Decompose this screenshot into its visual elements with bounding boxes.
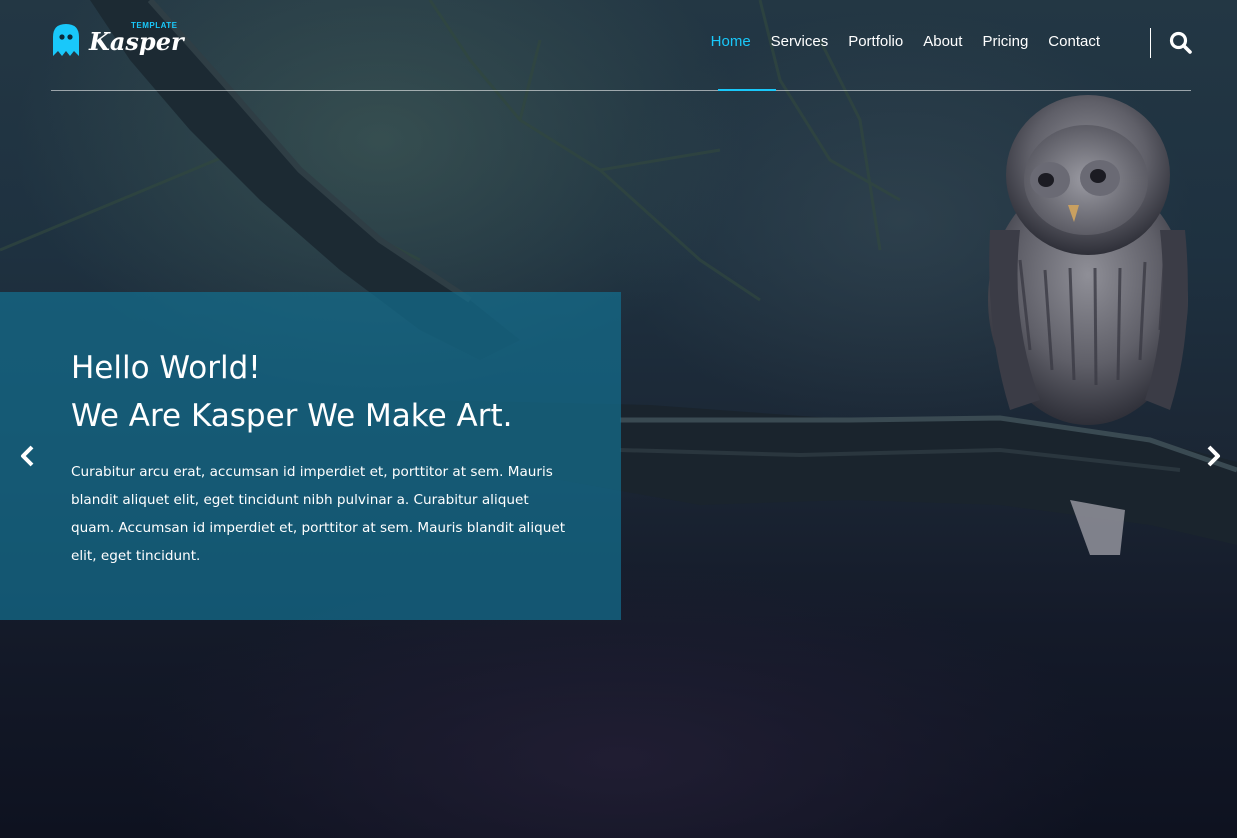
- nav-active-indicator: [718, 89, 776, 91]
- nav-item-contact[interactable]: Contact: [1038, 30, 1110, 54]
- slide-title-line-1: Hello World!: [71, 350, 261, 386]
- logo-wordmark: Kasper: [89, 27, 184, 56]
- site-logo[interactable]: TEMPLATE Kasper: [51, 20, 184, 62]
- nav-divider: [1150, 28, 1151, 58]
- chevron-right-icon[interactable]: [1204, 444, 1224, 468]
- slide-caption: Hello World! We Are Kasper We Make Art. …: [0, 292, 621, 620]
- ghost-icon: [53, 24, 79, 56]
- slide-title-line-2: We Are Kasper We Make Art.: [71, 398, 513, 434]
- nav-item-home[interactable]: Home: [701, 30, 761, 54]
- search-icon[interactable]: [1168, 30, 1194, 56]
- slide-description: Curabitur arcu erat, accumsan id imperdi…: [71, 464, 566, 564]
- chevron-left-icon[interactable]: [17, 444, 37, 468]
- nav-item-services[interactable]: Services: [761, 30, 839, 54]
- slide-title: Hello World! We Are Kasper We Make Art.: [71, 344, 512, 440]
- nav-item-portfolio[interactable]: Portfolio: [838, 30, 913, 54]
- hero-slider: TEMPLATE Kasper Home Services Portfolio …: [0, 0, 1237, 838]
- nav-item-about[interactable]: About: [913, 30, 972, 54]
- main-nav: Home Services Portfolio About Pricing Co…: [701, 30, 1110, 54]
- header-divider-line: [51, 90, 1191, 91]
- nav-item-pricing[interactable]: Pricing: [972, 30, 1038, 54]
